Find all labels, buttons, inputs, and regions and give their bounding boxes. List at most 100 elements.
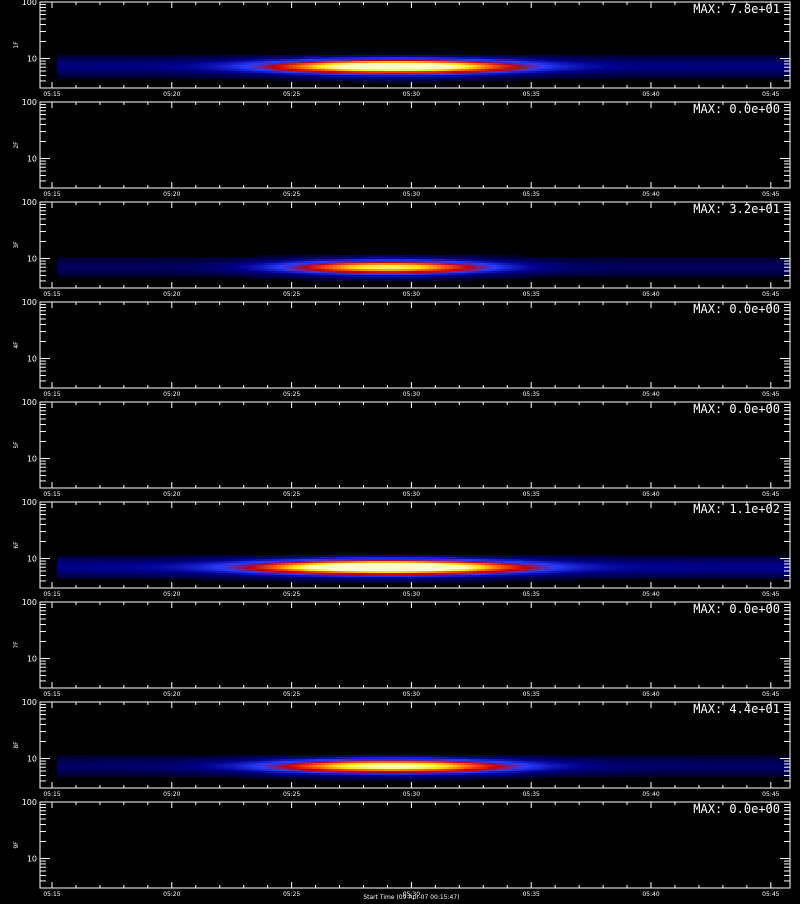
heatmap-cell	[113, 57, 117, 59]
heatmap-cell	[461, 265, 465, 267]
heatmap-cell	[353, 71, 357, 73]
heatmap-cell	[361, 269, 365, 271]
heatmap-cell	[581, 57, 585, 59]
heatmap-cell	[541, 263, 545, 265]
heatmap-cell	[445, 73, 449, 75]
heatmap-cell	[293, 269, 297, 271]
heatmap-cell	[57, 573, 61, 575]
heatmap-cell	[573, 63, 577, 65]
heatmap-cell	[93, 257, 97, 259]
heatmap-cell	[405, 77, 409, 79]
heatmap-cell	[329, 277, 333, 279]
heatmap-cell	[209, 269, 213, 271]
heatmap-cell	[153, 69, 157, 71]
heatmap-cell	[769, 61, 773, 63]
heatmap-cell	[209, 55, 213, 57]
heatmap-cell	[345, 263, 349, 265]
heatmap-cell	[605, 57, 609, 59]
heatmap-cell	[61, 257, 65, 259]
heatmap-cell	[89, 575, 93, 577]
heatmap-cell	[149, 75, 153, 77]
heatmap-cell	[113, 71, 117, 73]
heatmap-cell	[641, 269, 645, 271]
heatmap-cell	[241, 263, 245, 265]
heatmap-cell	[385, 259, 389, 261]
heatmap-cell	[61, 71, 65, 73]
heatmap-cell	[65, 63, 69, 65]
heatmap-cell	[689, 75, 693, 77]
heatmap-cell	[321, 277, 325, 279]
heatmap-cell	[297, 59, 301, 61]
heatmap-cell	[353, 63, 357, 65]
heatmap-cell	[389, 77, 393, 79]
heatmap-cell	[497, 55, 501, 57]
heatmap-cell	[581, 75, 585, 77]
heatmap-cell	[125, 271, 129, 273]
heatmap-cell	[429, 69, 433, 71]
heatmap-cell	[261, 263, 265, 265]
heatmap-cell	[553, 65, 557, 67]
heatmap-cell	[61, 57, 65, 59]
heatmap-cell	[509, 275, 513, 277]
heatmap-cell	[357, 65, 361, 67]
heatmap-cell	[461, 57, 465, 59]
heatmap-cell	[637, 65, 641, 67]
heatmap-cell	[405, 277, 409, 279]
heatmap-cell	[589, 63, 593, 65]
heatmap-cell	[437, 67, 441, 69]
heatmap-cell	[373, 275, 377, 277]
heatmap-cell	[565, 67, 569, 69]
heatmap-cell	[341, 255, 345, 257]
heatmap-cell	[469, 267, 473, 269]
heatmap-cell	[249, 55, 253, 57]
heatmap-cell	[593, 75, 597, 77]
heatmap-cell	[81, 67, 85, 69]
heatmap-cell	[361, 61, 365, 63]
heatmap-cell	[253, 57, 257, 59]
heatmap-cell	[773, 59, 777, 61]
heatmap-cell	[185, 269, 189, 271]
heatmap-cell	[229, 77, 233, 79]
heatmap-cell	[661, 69, 665, 71]
heatmap-cell	[705, 275, 709, 277]
heatmap-cell	[397, 255, 401, 257]
heatmap-cell	[461, 259, 465, 261]
heatmap-cell	[613, 259, 617, 261]
heatmap-cell	[709, 265, 713, 267]
heatmap-cell	[73, 261, 77, 263]
heatmap-cell	[617, 275, 621, 277]
heatmap-cell	[641, 267, 645, 269]
heatmap-cell	[485, 65, 489, 67]
heatmap-cell	[233, 263, 237, 265]
heatmap-cell	[141, 61, 145, 63]
heatmap-cell	[657, 73, 661, 75]
heatmap-cell	[513, 275, 517, 277]
heatmap-cell	[465, 63, 469, 65]
heatmap-cell	[241, 265, 245, 267]
heatmap-cell	[229, 73, 233, 75]
heatmap-cell	[741, 75, 745, 77]
heatmap-cell	[377, 59, 381, 61]
heatmap-cell	[737, 263, 741, 265]
heatmap-cell	[617, 259, 621, 261]
heatmap-cell	[637, 59, 641, 61]
heatmap-cell	[441, 277, 445, 279]
heatmap-cell	[357, 273, 361, 275]
heatmap-cell	[357, 59, 361, 61]
heatmap-cell	[657, 75, 661, 77]
heatmap-cell	[721, 275, 725, 277]
heatmap-cell	[761, 275, 765, 277]
heatmap-cell	[721, 77, 725, 79]
heatmap-cell	[429, 255, 433, 257]
heatmap-cell	[577, 67, 581, 69]
heatmap-cell	[317, 57, 321, 59]
heatmap-cell	[773, 67, 777, 69]
heatmap-cell	[113, 59, 117, 61]
heatmap-cell	[517, 265, 521, 267]
heatmap-cell	[333, 273, 337, 275]
heatmap-cell	[89, 569, 93, 571]
heatmap-cell	[437, 261, 441, 263]
heatmap-cell	[673, 257, 677, 259]
heatmap-cell	[65, 275, 69, 277]
heatmap-cell	[193, 269, 197, 271]
